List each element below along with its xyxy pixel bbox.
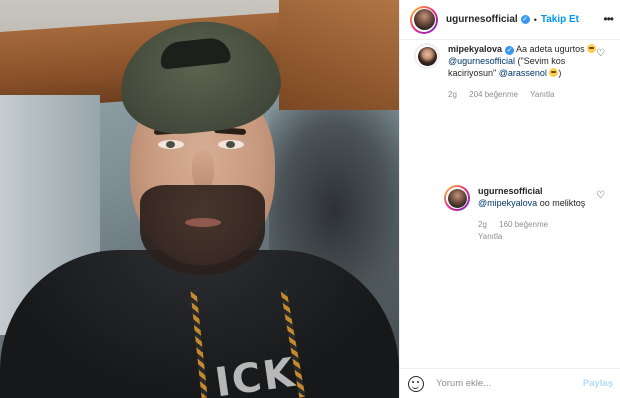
author-avatar[interactable]: [410, 5, 438, 34]
share-button[interactable]: Paylaş: [583, 378, 613, 389]
comment-likes[interactable]: 204 beğenme: [469, 90, 518, 99]
verified-icon: ✓: [520, 15, 530, 24]
heart-icon[interactable]: ♡: [596, 190, 605, 201]
more-options-icon[interactable]: •••: [603, 12, 614, 26]
header-separator: •: [533, 14, 537, 25]
reply-button[interactable]: Yanıtla: [478, 232, 502, 241]
comment-input[interactable]: [436, 378, 576, 389]
commenter-avatar[interactable]: [414, 43, 440, 69]
instagram-post: ICK ugurnesofficial ✓ • Takip Et ••• mip…: [0, 0, 620, 398]
verified-icon: ✓: [505, 46, 515, 55]
follow-button[interactable]: Takip Et: [541, 14, 579, 25]
author-username[interactable]: ugurnesofficial: [446, 14, 518, 25]
comment-mention[interactable]: @mipekyalova: [478, 198, 537, 208]
comment-username[interactable]: mipekyalova: [448, 44, 502, 54]
comment-meta: 2g 160 beğenme Yanıtla: [478, 219, 596, 243]
photo-right-eye: [218, 140, 244, 149]
comment-composer: Paylaş: [400, 368, 620, 398]
comment-mention[interactable]: @arassenol: [499, 68, 547, 78]
reply-button[interactable]: Yanıtla: [530, 90, 554, 99]
comment-text: oo meliktoş: [539, 198, 586, 208]
smile-icon[interactable]: [408, 375, 424, 392]
reply-item: ugurnesofficial @mipekyalova oo meliktoş…: [444, 185, 596, 243]
post-side-panel: ugurnesofficial ✓ • Takip Et ••• mipekya…: [399, 0, 620, 398]
comment-time[interactable]: 2g: [478, 220, 487, 229]
comment-username[interactable]: ugurnesofficial: [478, 186, 543, 196]
photo-left-eye: [158, 140, 184, 149]
comment-text: Aa adeta ugurtos: [516, 44, 585, 54]
heart-icon[interactable]: ♡: [596, 48, 605, 59]
comment-meta: 2g 204 beğenme Yanıtla: [448, 89, 598, 101]
comment-likes[interactable]: 160 beğenme: [499, 220, 548, 229]
comment-mention[interactable]: @ugurnesofficial: [448, 56, 515, 66]
photo-wood-beam-right: [279, 0, 399, 110]
commenter-avatar[interactable]: [444, 185, 470, 211]
post-header: ugurnesofficial ✓ • Takip Et •••: [400, 0, 620, 40]
comment-body: ugurnesofficial @mipekyalova oo meliktoş…: [478, 185, 596, 243]
comment-time[interactable]: 2g: [448, 90, 457, 99]
photo-beard: [140, 185, 265, 275]
comment-body: mipekyalova ✓ Aa adeta ugurtos @ugurnesof…: [448, 43, 598, 101]
photo-mouth: [185, 218, 221, 227]
comment-item: mipekyalova ✓ Aa adeta ugurtos @ugurnesof…: [414, 43, 598, 101]
post-photo[interactable]: ICK: [0, 0, 399, 398]
emoji-icon: [587, 44, 597, 53]
